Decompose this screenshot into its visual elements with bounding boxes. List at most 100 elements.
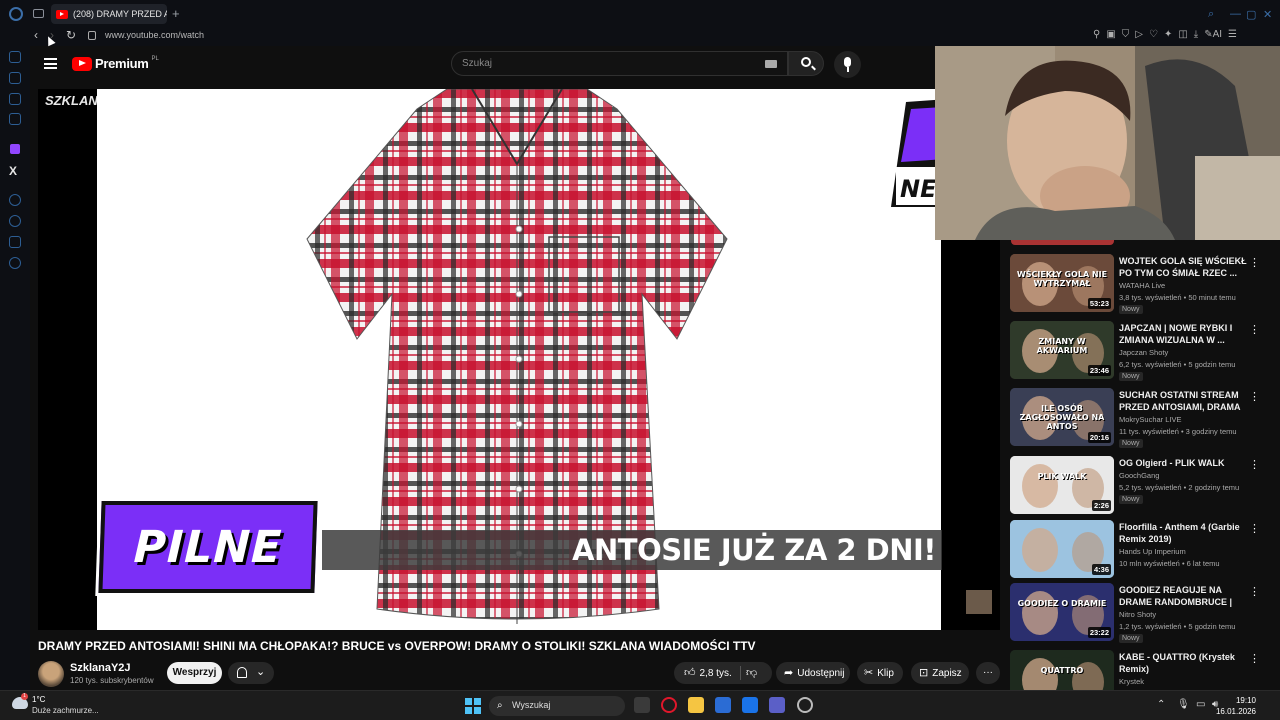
save-button[interactable]: ⊡ Zapisz <box>911 662 969 684</box>
partial-thumbnail[interactable] <box>1011 240 1114 245</box>
mic-tray-icon[interactable]: 🎙︎ <box>1177 699 1190 710</box>
recommendation-thumbnail[interactable]: ZMIANY W AKWARIUM 23:46 <box>1010 321 1114 379</box>
taskbar-search[interactable]: ⌕ Wyszukaj <box>489 696 625 716</box>
recommendation-channel[interactable]: Hands Up Imperium <box>1119 547 1186 556</box>
share-button[interactable]: ➦ Udostępnij <box>776 662 850 684</box>
recommendation-title[interactable]: OG Olgierd - PLIK WALK <box>1119 457 1249 469</box>
download-icon[interactable]: ⤓ <box>1194 29 1198 40</box>
recommendation-item[interactable]: WŚCIEKŁY GOLA NIE WYTRZYMAŁ 53:23 WOJTEK … <box>1008 254 1270 316</box>
snapshot-icon[interactable]: ▣ <box>1106 29 1115 40</box>
recommendation-item[interactable]: GOODIEZ O DRAMIE 23:22 GOODIEZ REAGUJE NA… <box>1008 583 1270 645</box>
channel-avatar[interactable] <box>38 661 64 687</box>
recommendation-channel[interactable]: Nitro Shoty <box>1119 610 1156 619</box>
recommendation-title[interactable]: KABE - QUATTRO (Krystek Remix) <box>1119 651 1249 675</box>
guide-menu-icon[interactable] <box>44 58 57 69</box>
recommendation-item[interactable]: ZMIANY W AKWARIUM 23:46 JAPCZAN | NOWE RY… <box>1008 321 1270 383</box>
search-box[interactable]: Szukaj <box>451 51 788 76</box>
recommendation-channel[interactable]: MokrySuchar LIVE <box>1119 415 1182 424</box>
recommendation-title[interactable]: JAPCZAN | NOWE RYBKI I ZMIANA WIZUALNA W… <box>1119 322 1249 346</box>
more-vert-icon[interactable]: ⋮ <box>1249 390 1260 403</box>
tab-search-icon[interactable]: ⌕ <box>1208 8 1214 21</box>
more-vert-icon[interactable]: ⋮ <box>1249 256 1260 269</box>
recommendation-item[interactable]: QUATTRO KABE - QUATTRO (Krystek Remix) K… <box>1008 650 1270 690</box>
opera-menu-icon[interactable] <box>9 7 23 21</box>
mini-thumbnail[interactable] <box>966 590 992 614</box>
recommendation-channel[interactable]: Japczan Shoty <box>1119 348 1168 357</box>
whatsapp-icon[interactable] <box>9 113 21 125</box>
recommendation-thumbnail[interactable]: WŚCIEKŁY GOLA NIE WYTRZYMAŁ 53:23 <box>1010 254 1114 312</box>
recommendation-item[interactable]: PLIK WALK 2:26 OG Olgierd - PLIK WALK Goo… <box>1008 456 1270 518</box>
more-vert-icon[interactable]: ⋮ <box>1249 585 1260 598</box>
tray-chevron-icon[interactable]: ⌃ <box>1157 699 1165 710</box>
shield-icon[interactable]: ⛉ <box>1122 29 1130 40</box>
player-icon[interactable]: ▷ <box>1135 29 1143 40</box>
pin-icon[interactable]: ⚲ <box>1093 29 1100 40</box>
search-button[interactable] <box>788 51 824 76</box>
bookmarks-icon[interactable] <box>9 236 21 248</box>
more-vert-icon[interactable]: ⋮ <box>1249 522 1260 535</box>
voice-search-button[interactable] <box>834 51 861 78</box>
twitch-icon[interactable] <box>10 144 20 154</box>
teams-icon[interactable] <box>769 697 785 713</box>
back-button[interactable]: ‹ <box>34 28 38 42</box>
opera-taskbar-icon[interactable] <box>661 697 677 713</box>
like-button[interactable]: 👍︎ 2,8 tys. <box>684 662 732 685</box>
recommendation-title[interactable]: SUCHAR OSTATNI STREAM PRZED ANTOSIAMI, D… <box>1119 389 1249 414</box>
recommendation-thumbnail[interactable]: GOODIEZ O DRAMIE 23:22 <box>1010 583 1114 641</box>
windows-start-icon[interactable] <box>465 698 481 714</box>
recommendation-thumbnail[interactable]: 4:36 <box>1010 520 1114 578</box>
wallet-icon[interactable]: ◫ <box>1178 29 1187 40</box>
recommendation-title[interactable]: GOODIEZ REAGUJE NA DRAME RANDOMBRUCE | N… <box>1119 584 1249 609</box>
tab-islands-icon[interactable] <box>33 9 44 18</box>
more-vert-icon[interactable]: ⋮ <box>1249 458 1260 471</box>
app-icon[interactable] <box>797 697 813 713</box>
reload-button[interactable]: ↻ <box>66 28 76 42</box>
mail-icon[interactable] <box>742 697 758 713</box>
maximize-button[interactable]: ▢ <box>1246 8 1256 21</box>
close-window-button[interactable]: ✕ <box>1263 8 1272 21</box>
dislike-button[interactable]: 👎︎ <box>746 662 757 684</box>
file-explorer-icon[interactable] <box>688 697 704 713</box>
recommendation-thumbnail[interactable]: PLIK WALK 2:26 <box>1010 456 1114 514</box>
more-vert-icon[interactable]: ⋮ <box>1249 652 1260 665</box>
history-icon[interactable] <box>9 215 21 227</box>
notifications-button[interactable]: ⌄ <box>228 662 274 684</box>
url-field[interactable]: www.youtube.com/watch <box>105 30 204 40</box>
new-tab-button[interactable]: + <box>172 6 180 21</box>
network-icon[interactable]: ▭ <box>1196 699 1205 710</box>
browser-tab-active[interactable]: (208) DRAMY PRZED ANTOSIAMI <box>51 4 167 24</box>
player-sidebar-icon[interactable] <box>9 194 21 206</box>
store-icon[interactable] <box>715 697 731 713</box>
ai-icon[interactable]: ✎AI <box>1204 29 1222 40</box>
clip-button[interactable]: ✂ Klip <box>857 662 903 684</box>
recommendation-channel[interactable]: Krystek <box>1119 677 1144 686</box>
recommendation-channel[interactable]: GoochGang <box>1119 471 1159 480</box>
settings-icon[interactable] <box>9 257 21 269</box>
more-actions-button[interactable]: ··· <box>976 662 1000 684</box>
easy-setup-icon[interactable]: ☰ <box>1228 29 1237 40</box>
recommendation-item[interactable]: ILE OSÓB ZAGŁOSOWAŁO NA ANTOS 20:16 SUCHA… <box>1008 388 1270 450</box>
recommendation-thumbnail[interactable]: QUATTRO <box>1010 650 1114 690</box>
recommendation-channel[interactable]: WATAHA Live <box>1119 281 1165 290</box>
task-view-icon[interactable] <box>634 697 650 713</box>
webcam-overlay <box>935 46 1280 240</box>
more-vert-icon[interactable]: ⋮ <box>1249 323 1260 336</box>
youtube-logo[interactable]: Premium PL <box>72 56 159 71</box>
recommendation-thumbnail[interactable]: ILE OSÓB ZAGŁOSOWAŁO NA ANTOS 20:16 <box>1010 388 1114 446</box>
extensions-icon[interactable]: ✦ <box>1164 29 1172 40</box>
video-player[interactable]: SZKLAN NE PILNE ANTOSIE JUŻ ZA 2 DNI! <box>38 89 1000 630</box>
keyboard-icon[interactable] <box>765 60 777 68</box>
recommendation-item[interactable]: 4:36 Floorfilla - Anthem 4 (Garbie Remix… <box>1008 520 1270 582</box>
channel-name[interactable]: SzklanaY2J <box>70 662 131 674</box>
workspace-icon[interactable] <box>9 72 21 84</box>
heart-icon[interactable]: ♡ <box>1149 29 1158 40</box>
clock[interactable]: 19:10 16.01.2026 <box>1216 695 1256 717</box>
aria-icon[interactable] <box>9 51 21 63</box>
recommendation-title[interactable]: WOJTEK GOLA SIĘ WŚCIEKŁ PO TYM CO ŚMIAŁ … <box>1119 255 1249 279</box>
support-button[interactable]: Wesprzyj <box>167 662 222 684</box>
weather-icon[interactable]: 1 <box>12 693 28 709</box>
minimize-button[interactable]: — <box>1230 8 1241 20</box>
messenger-icon[interactable] <box>9 93 21 105</box>
recommendation-title[interactable]: Floorfilla - Anthem 4 (Garbie Remix 2019… <box>1119 521 1249 545</box>
x-twitter-icon[interactable]: X <box>9 164 17 178</box>
